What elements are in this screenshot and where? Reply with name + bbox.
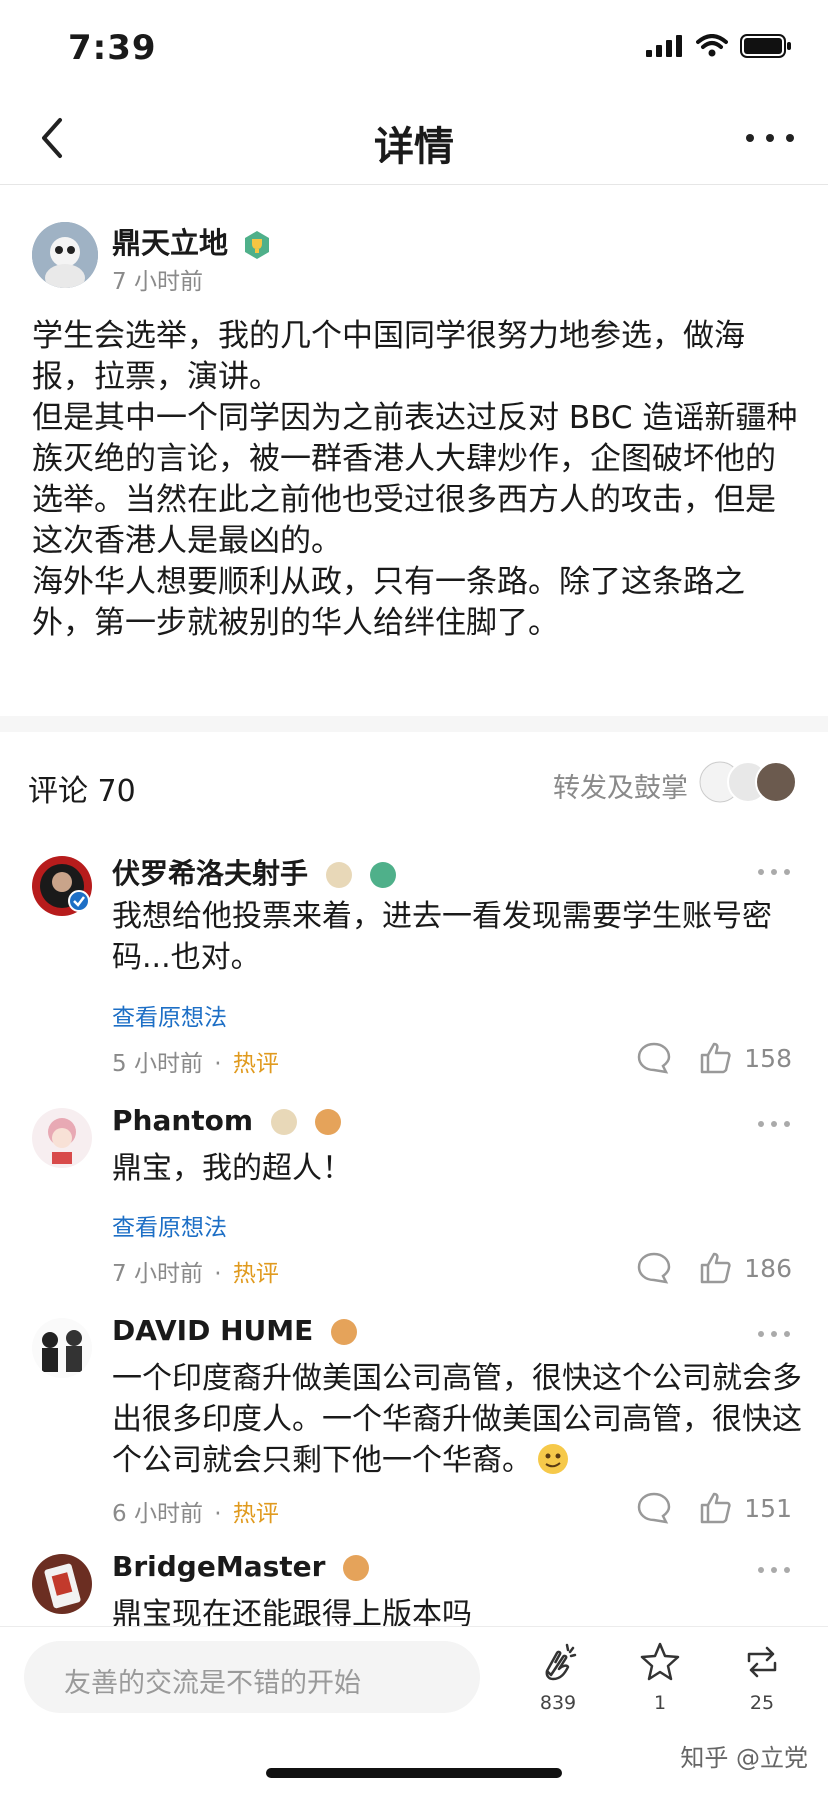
like-button[interactable]: 151 [698,1490,792,1526]
comment-text: 一个印度裔升做美国公司高管，很快这个公司就会多出很多印度人。一个华裔升做美国公司… [112,1361,802,1478]
clap-button[interactable]: 839 [518,1641,598,1714]
author-avatar[interactable] [32,222,98,288]
post-paragraph: 但是其中一个同学因为之前表达过反对 BBC 造谣新疆种族灭绝的言论，被一群香港人… [32,400,798,559]
repost-count: 25 [749,1692,775,1714]
comment-actions: 158 [636,1040,792,1076]
like-button[interactable]: 186 [698,1250,792,1286]
achievement-badge-icon [245,231,270,259]
page-title: 详情 [374,124,454,170]
comment-more-icon[interactable] [756,866,792,878]
post-time: 7 小时前 [112,269,203,295]
like-count: 151 [744,1493,792,1523]
like-count: 186 [744,1253,792,1283]
clap-count: 839 [539,1692,577,1714]
watermark: 知乎 @立党 [680,1744,808,1772]
reply-icon[interactable] [636,1250,672,1286]
comment-meta: 7 小时前 · 热评 [112,1261,279,1287]
like-count: 158 [744,1043,792,1073]
comment-avatar[interactable] [32,1108,92,1168]
hot-tag: 热评 [232,1051,279,1077]
level-badge-icon [331,1319,357,1345]
comment-author[interactable]: Phantom [112,1104,341,1137]
status-icons [646,34,792,58]
comment-author[interactable]: DAVID HUME [112,1314,357,1347]
more-icon[interactable] [740,114,800,162]
hot-tag: 热评 [232,1501,279,1527]
thumbs-up-icon [701,1492,731,1524]
comment-input[interactable]: 友善的交流是不错的开始 [24,1641,480,1713]
comment-actions: 151 [636,1490,792,1526]
comment-author[interactable]: BridgeMaster [112,1550,370,1583]
comment-actions: 186 [636,1250,792,1286]
thumbs-up-icon [701,1042,731,1074]
comment-avatar[interactable] [32,1318,92,1378]
comment-avatar[interactable] [32,1554,92,1614]
favorite-button[interactable]: 1 [620,1641,700,1714]
comment-more-icon[interactable] [756,1328,792,1340]
status-time: 7:39 [68,28,157,68]
level-badge-icon [270,1109,297,1135]
signal-icon [646,35,682,57]
comment-input-placeholder: 友善的交流是不错的开始 [64,1668,361,1699]
reply-icon[interactable] [636,1040,672,1076]
home-indicator [266,1768,562,1778]
post-body: 学生会选举，我的几个中国同学很努力地参选，做海报，拉票，演讲。 但是其中一个同学… [32,316,802,644]
comment-meta: 6 小时前 · 热评 [112,1501,279,1527]
battery-icon [740,34,791,58]
hot-tag: 热评 [232,1261,279,1287]
wifi-icon [696,34,728,57]
comment-author[interactable]: 伏罗希洛夫射手 [112,852,396,892]
thumbs-up-icon [701,1252,731,1284]
author-name[interactable]: 鼎天立地 [112,220,272,262]
post-paragraph: 学生会选举，我的几个中国同学很努力地参选，做海报，拉票，演讲。 [32,318,745,395]
repost-avatars[interactable] [698,760,798,804]
view-original-link[interactable]: 查看原想法 [112,998,227,1032]
verified-icon [68,890,90,912]
post-paragraph: 海外华人想要顺利从政，只有一条路。除了这条路之外，第一步就被别的华人给绊住脚了。 [32,564,745,641]
comment-meta: 5 小时前 · 热评 [112,1051,279,1077]
level-badge-icon [325,862,352,888]
clap-icon [545,1643,577,1681]
view-original-link[interactable]: 查看原想法 [112,1208,227,1242]
comment-more-icon[interactable] [756,1118,792,1130]
comment-more-icon[interactable] [756,1564,792,1576]
comment-text: 鼎宝，我的超人！ [112,1151,352,1186]
nav-bar: 详情 [0,96,828,185]
like-button[interactable]: 158 [698,1040,792,1076]
reposts-link[interactable]: 转发及鼓掌 [553,766,688,805]
reply-icon[interactable] [636,1490,672,1526]
level-badge-icon [343,1555,370,1581]
comments-count: 评论 70 [28,774,136,809]
smirk-emoji-icon [538,1444,568,1474]
comment-text: 我想给他投票来着，进去一看发现需要学生账号密码...也对。 [112,899,772,975]
section-divider [0,716,828,732]
question-badge-icon [314,1109,341,1135]
star-icon [640,1642,680,1681]
repost-button[interactable]: 25 [722,1641,802,1714]
star-count: 1 [653,1692,667,1714]
repost-icon [747,1646,777,1678]
achievement-badge-icon [369,862,396,888]
